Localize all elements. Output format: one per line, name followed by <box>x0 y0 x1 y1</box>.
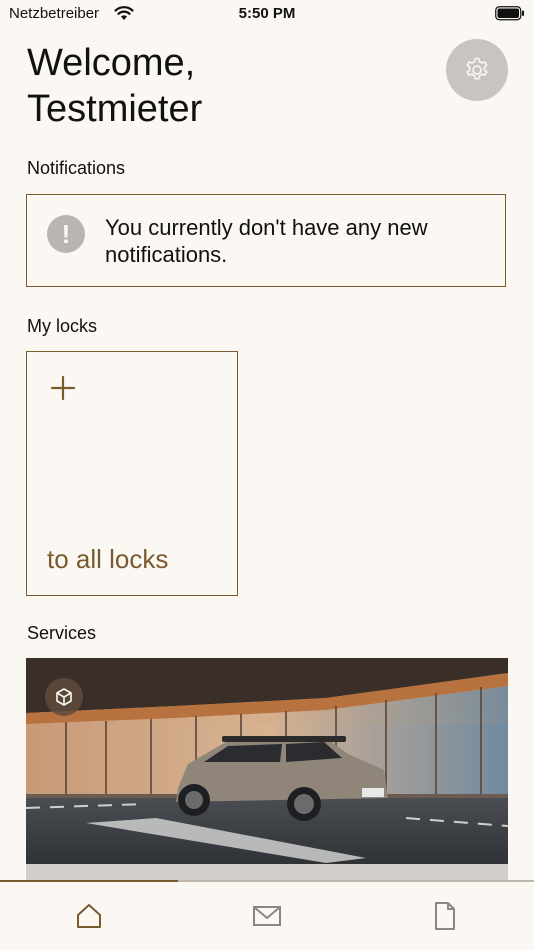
page-title: Welcome, Testmieter <box>27 40 202 132</box>
welcome-greeting: Welcome, <box>27 42 196 84</box>
plus-icon <box>50 375 76 401</box>
home-icon <box>77 904 101 928</box>
battery-icon <box>495 6 524 21</box>
all-locks-card[interactable]: to all locks <box>26 351 238 596</box>
document-icon <box>435 902 455 930</box>
tab-documents[interactable] <box>356 882 534 950</box>
all-locks-label: to all locks <box>47 544 169 574</box>
service-card-footer <box>26 864 508 880</box>
cube-icon <box>56 688 72 706</box>
gear-icon <box>466 57 488 80</box>
tab-home[interactable] <box>0 882 178 950</box>
envelope-icon <box>253 906 281 926</box>
tab-bar <box>0 880 534 950</box>
notifications-heading: Notifications <box>27 158 126 178</box>
notification-panel: ! You currently don't have any new notif… <box>26 194 506 287</box>
services-heading: Services <box>27 623 97 643</box>
exclamation-icon: ! <box>47 215 85 253</box>
locks-heading: My locks <box>27 316 98 336</box>
settings-button[interactable] <box>446 39 508 101</box>
status-bar: Netzbetreiber 5:50 PM <box>0 0 534 30</box>
service-car-image <box>26 658 508 864</box>
service-card[interactable] <box>26 658 508 880</box>
status-time: 5:50 PM <box>238 5 296 22</box>
user-name: Testmieter <box>27 88 203 130</box>
service-badge <box>45 678 83 716</box>
tab-messages[interactable] <box>178 882 356 950</box>
notification-message: You currently don't have any new notific… <box>105 215 428 267</box>
